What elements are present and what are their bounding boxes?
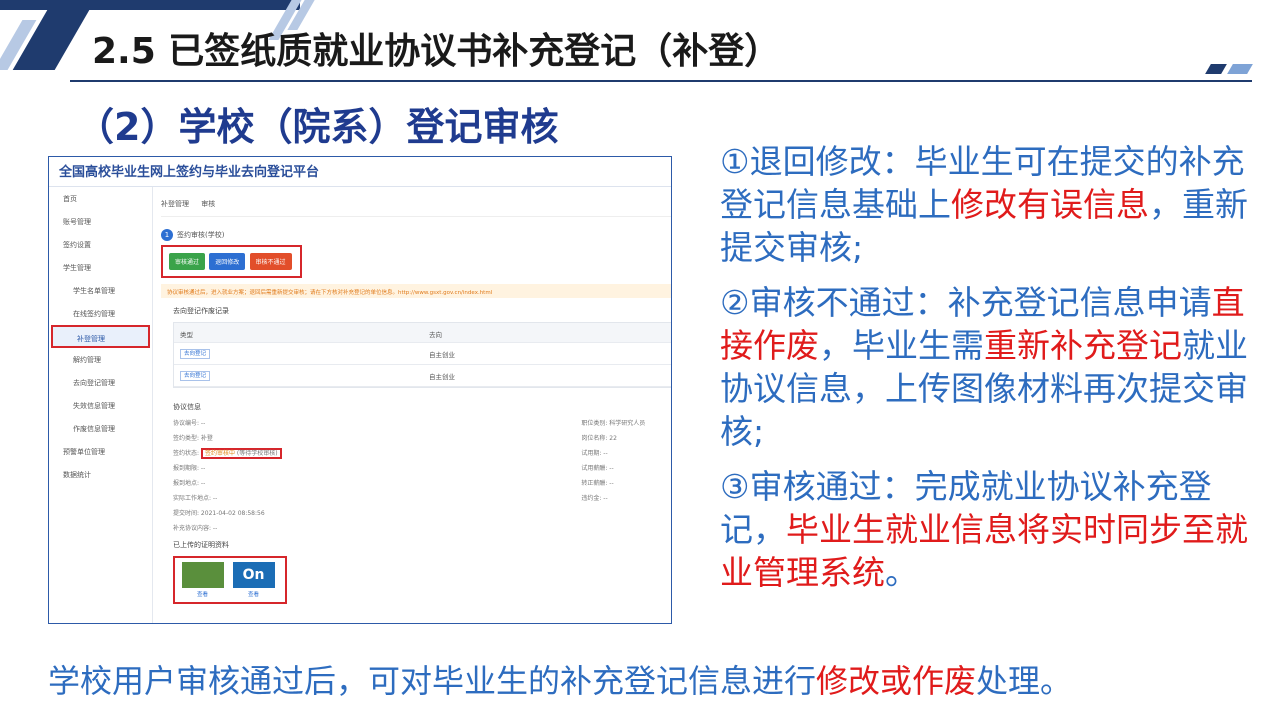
info-field: 职位类别: 科学研究人员 — [581, 420, 646, 427]
slide-title: 2.5 已签纸质就业协议书补充登记（补登） — [92, 31, 781, 72]
info-field: 实际工作地点: -- — [173, 495, 218, 502]
material-image: On — [232, 562, 275, 588]
column-header: 去向 — [429, 331, 442, 339]
sidebar-item[interactable]: 数据统计 — [49, 463, 152, 486]
view-link[interactable]: 查看 — [197, 592, 208, 598]
info-field: 签约状态: 签约审核中 (等待学校审核) — [173, 448, 581, 463]
info-field: 违约金: -- — [581, 495, 608, 502]
review-button-group: 审核通过 退回修改 审核不通过 — [161, 245, 302, 278]
sidebar: 首页 账号管理 签约设置 学生管理 学生名单管理 在线签约管理 补登管理 解约管… — [49, 187, 153, 623]
info-field: 补充协议内容: -- — [173, 525, 218, 532]
type-tag[interactable]: 去向登记 — [180, 371, 211, 381]
note-approve: ③审核通过：完成就业协议补充登记，毕业生就业信息将实时同步至就业管理系统。 — [720, 467, 1248, 592]
table-row: 去向登记 自主创业 — [174, 365, 671, 387]
info-field: 转正薪酬: -- — [581, 480, 614, 487]
footer-summary: 学校用户审核通过后，可对毕业生的补充登记信息进行修改或作废处理。 — [48, 662, 1073, 700]
sidebar-item[interactable]: 作废信息管理 — [49, 417, 152, 440]
record-title: 去向登记作废记录 — [173, 307, 229, 315]
sidebar-item[interactable]: 签约设置 — [49, 233, 152, 256]
sidebar-item[interactable]: 解约管理 — [49, 348, 152, 371]
corner-mark — [1205, 64, 1227, 74]
material-image — [181, 562, 224, 588]
material-thumb[interactable]: On 查看 — [230, 562, 277, 598]
sidebar-item[interactable]: 在线签约管理 — [49, 302, 152, 325]
slide-subtitle: （2）学校（院系）登记审核 — [76, 105, 559, 149]
step-number: 1 — [161, 229, 173, 241]
table-cell: 自主创业 — [429, 373, 455, 381]
column-header: 类型 — [180, 331, 193, 339]
review-step: 1 签约审核(学校) — [161, 229, 671, 241]
highlight: 修改或作废 — [816, 662, 977, 700]
title-underline — [70, 80, 1252, 82]
notice-banner: 协议审核通过后，进入就业方案；退回后需重新提交审核；请在下方核对补充登记的单位信… — [161, 284, 671, 298]
sidebar-item[interactable]: 账号管理 — [49, 210, 152, 233]
info-field: 报到地点: -- — [173, 480, 206, 487]
note-reject: ②审核不通过：补充登记信息申请直接作废，毕业生需重新补充登记就业协议信息，上传图… — [720, 283, 1248, 451]
sidebar-item-active[interactable]: 补登管理 — [51, 325, 150, 348]
highlight: 重新补充登记 — [984, 326, 1182, 365]
info-field: 试用薪酬: -- — [581, 465, 614, 472]
sidebar-item[interactable]: 去向登记管理 — [49, 371, 152, 394]
material-thumb[interactable]: 查看 — [179, 562, 226, 598]
sidebar-item[interactable]: 学生名单管理 — [49, 279, 152, 302]
status-value: 签约审核中 — [204, 450, 235, 457]
table-cell: 自主创业 — [429, 351, 455, 359]
sidebar-item[interactable]: 学生管理 — [49, 256, 152, 279]
table-row: 去向登记 自主创业 — [174, 343, 671, 365]
record-panel: 去向登记作废记录 类型 去向 去向登记 自主创业 去向登记 自主创业 协议信息 — [173, 306, 671, 604]
explanation-notes: ①退回修改：毕业生可在提交的补充登记信息基础上修改有误信息，重新提交审核; ②审… — [720, 140, 1250, 606]
sidebar-item[interactable]: 失效信息管理 — [49, 394, 152, 417]
record-table: 类型 去向 去向登记 自主创业 去向登记 自主创业 — [173, 322, 671, 388]
status-label: 签约状态: — [173, 450, 200, 457]
info-field: 签约类型: 补登 — [173, 435, 213, 442]
reject-button[interactable]: 审核不通过 — [249, 253, 292, 270]
info-field: 试用期: -- — [581, 450, 608, 457]
note-return: ①退回修改：毕业生可在提交的补充登记信息基础上修改有误信息，重新提交审核; — [720, 142, 1248, 267]
info-field: 协议编号: -- — [173, 420, 206, 427]
sidebar-item[interactable]: 首页 — [49, 187, 152, 210]
step-label: 签约审核(学校) — [177, 231, 225, 239]
platform-screenshot: 全国高校毕业生网上签约与毕业去向登记平台 首页 账号管理 签约设置 学生管理 学… — [48, 156, 672, 624]
highlight: 毕业生就业信息将实时同步至就业管理系统 — [720, 510, 1248, 592]
status-note: (等待学校审核) — [236, 450, 278, 457]
type-tag[interactable]: 去向登记 — [180, 349, 211, 359]
materials-title: 已上传的证明资料 — [173, 541, 229, 549]
info-field: 岗位名称: 22 — [581, 435, 617, 442]
return-button[interactable]: 退回修改 — [209, 253, 246, 270]
decor-bar — [0, 0, 300, 10]
view-link[interactable]: 查看 — [248, 592, 259, 598]
status-badge: 签约审核中 (等待学校审核) — [200, 448, 282, 459]
info-field: 报到期限: -- — [173, 465, 206, 472]
breadcrumb-item[interactable]: 补登管理 — [161, 200, 189, 208]
info-field: 提交时间: 2021-04-02 08:58:56 — [173, 510, 265, 517]
breadcrumb: 补登管理 审核 — [161, 187, 671, 217]
main-content: 补登管理 审核 1 签约审核(学校) 审核通过 退回修改 审核不通过 协议审核通… — [161, 187, 671, 623]
highlight: 修改有误信息 — [951, 185, 1149, 224]
platform-title: 全国高校毕业生网上签约与毕业去向登记平台 — [49, 157, 671, 187]
info-title: 协议信息 — [173, 403, 201, 411]
table-header: 类型 去向 — [174, 323, 671, 343]
agreement-info: 协议编号: -- 签约类型: 补登 签约状态: 签约审核中 (等待学校审核) 报… — [173, 418, 671, 538]
materials-box: 查看 On 查看 — [173, 556, 287, 604]
sidebar-item[interactable]: 预警单位管理 — [49, 440, 152, 463]
corner-mark — [1227, 64, 1253, 74]
approve-button[interactable]: 审核通过 — [169, 253, 206, 270]
breadcrumb-item: 审核 — [201, 200, 216, 208]
